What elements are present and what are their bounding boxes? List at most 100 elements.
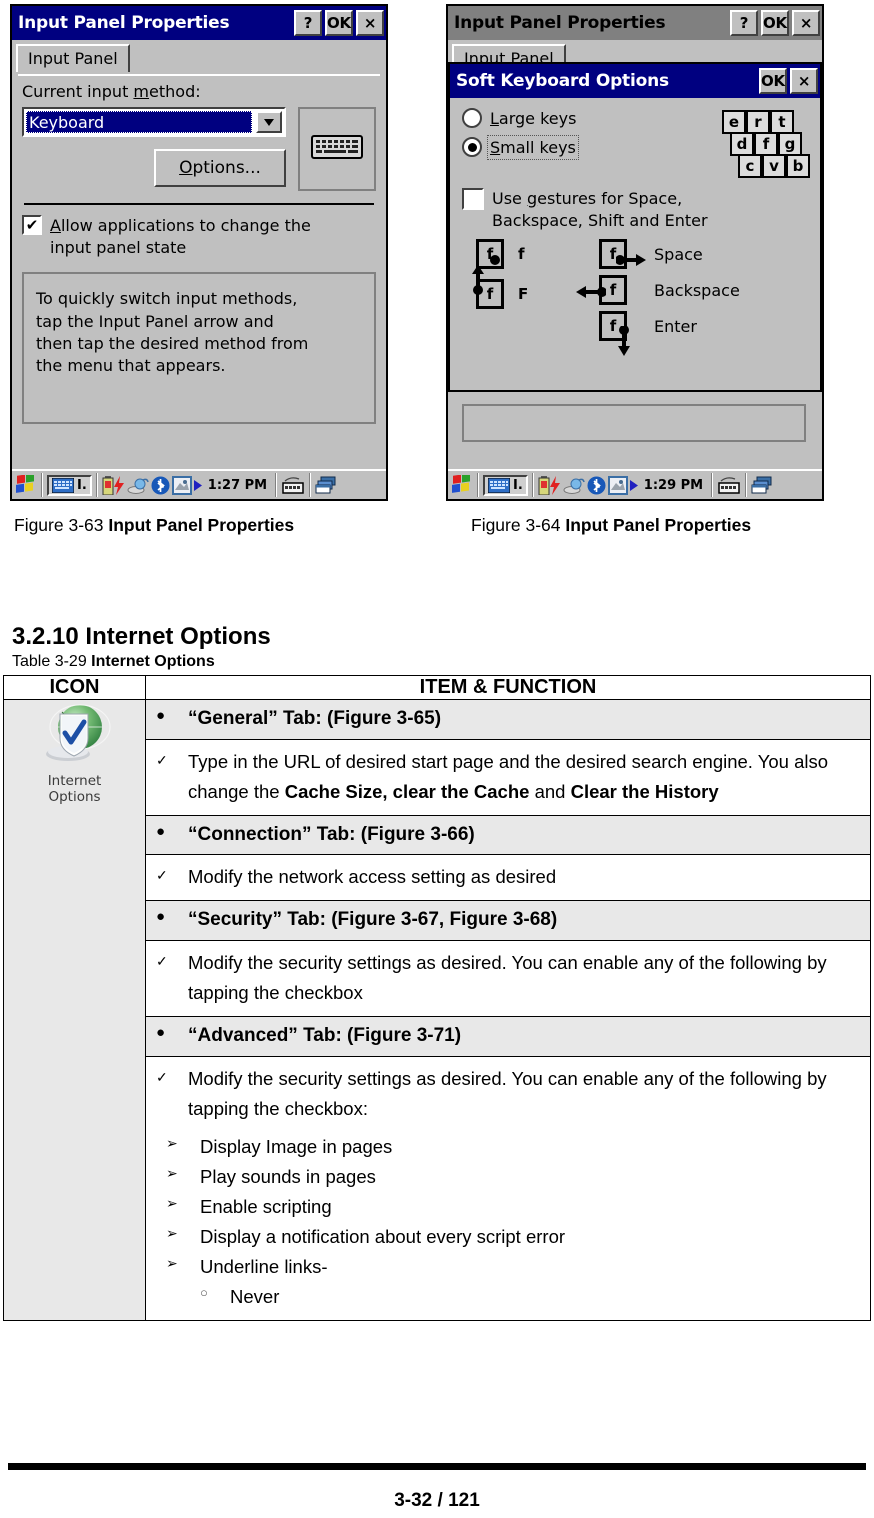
windows-start-icon-2[interactable] xyxy=(451,475,473,495)
bullet-icon: ● xyxy=(156,908,166,926)
check-icon: ✓ xyxy=(156,751,168,768)
check-text: Modify the security settings as desired.… xyxy=(188,1067,827,1119)
display-icon-2[interactable] xyxy=(607,475,628,495)
soft-keyboard-icon-2[interactable] xyxy=(717,475,741,495)
help-button[interactable]: ? xyxy=(294,10,322,36)
ok-button-2[interactable]: OK xyxy=(761,10,789,36)
soft-keyboard-close-button[interactable]: × xyxy=(790,68,818,94)
row-general-description: ✓ Type in the URL of desired start page … xyxy=(145,738,871,816)
key-v: v xyxy=(762,154,786,178)
window-title: Input Panel Properties xyxy=(18,13,230,33)
bullet-text: “Advanced” Tab: (Figure 3-71) xyxy=(188,1025,462,1047)
check-text-seg-3: Clear the History xyxy=(570,780,719,802)
gesture-space-label: Space xyxy=(654,244,703,264)
desktop-windows-icon-2[interactable] xyxy=(751,476,773,495)
arrow-icon: ➢ xyxy=(166,1164,178,1181)
internet-options-table: ICON ITEM & FUNCTION Internet Options ● … xyxy=(3,675,871,1321)
key-r: r xyxy=(746,110,770,134)
options-button-label: Options... xyxy=(179,158,261,178)
allow-applications-label-line2: input panel state xyxy=(50,237,187,257)
gesture-left-column: f f f F xyxy=(462,239,582,341)
titlebar-2: Input Panel Properties ? OK × xyxy=(448,6,822,40)
circle-icon: ○ xyxy=(200,1284,208,1300)
input-method-combo[interactable]: Keyboard xyxy=(22,107,286,137)
sub-item: ➢ Display a notification about every scr… xyxy=(146,1222,870,1252)
key-t: t xyxy=(770,110,794,134)
close-button-2[interactable]: × xyxy=(792,10,820,36)
power-icon[interactable] xyxy=(113,475,125,495)
radio-small-keys-row[interactable]: Small keys xyxy=(462,134,712,160)
use-gestures-label-line2: Backspace, Shift and Enter xyxy=(492,210,708,230)
use-gestures-checkbox-row[interactable]: Use gestures for Space, Backspace, Shift… xyxy=(462,188,810,231)
taskbar-2-separator xyxy=(477,473,479,497)
tab-input-panel[interactable]: Input Panel xyxy=(16,44,130,72)
input-method-preview-box xyxy=(298,107,376,191)
radio-small-keys[interactable] xyxy=(462,137,482,157)
key-c: c xyxy=(738,154,762,178)
network-icon-2[interactable] xyxy=(563,476,585,495)
display-icon[interactable] xyxy=(171,475,192,495)
radio-large-keys[interactable] xyxy=(462,108,482,128)
help-button-2[interactable]: ? xyxy=(730,10,758,36)
bluetooth-icon[interactable] xyxy=(151,476,170,495)
radio-large-keys-label: Large keys xyxy=(490,108,577,128)
windows-start-icon[interactable] xyxy=(15,475,37,495)
network-icon[interactable] xyxy=(127,476,149,495)
soft-keyboard-icon[interactable] xyxy=(281,475,305,495)
check-text-seg-2: and xyxy=(529,780,571,802)
arrow-icon: ➢ xyxy=(166,1254,178,1271)
chevron-down-icon[interactable] xyxy=(256,111,282,133)
check-text-seg-1: Cache Size, clear the Cache xyxy=(284,780,530,802)
bullet-row: ● “Connection” Tab: (Figure 3-66) xyxy=(146,816,870,855)
input-panel-icon[interactable]: I. xyxy=(47,474,92,496)
taskbar[interactable]: I. 1:27 PM xyxy=(12,469,386,499)
power-icon-2[interactable] xyxy=(549,475,561,495)
caption-3-64-bold: Input Panel Properties xyxy=(565,515,752,535)
tab-strip: Input Panel xyxy=(16,44,386,74)
bullet-row: ● “Security” Tab: (Figure 3-67, Figure 3… xyxy=(146,901,870,940)
ok-button[interactable]: OK xyxy=(325,10,353,36)
key-b: b xyxy=(786,154,810,178)
bluetooth-icon-2[interactable] xyxy=(587,476,606,495)
bullet-row: ● “Advanced” Tab: (Figure 3-71) xyxy=(146,1017,870,1056)
soft-keyboard-title: Soft Keyboard Options xyxy=(456,71,669,91)
taskbar-separator xyxy=(41,473,43,497)
radio-dot xyxy=(467,142,477,152)
soft-keyboard-ok-button[interactable]: OK xyxy=(759,68,787,94)
window-body: Input Panel Current input method: Keyboa… xyxy=(12,44,386,425)
hint-line-1: To quickly switch input methods, xyxy=(36,289,298,309)
sub-item: ➢ Display Image in pages xyxy=(146,1132,870,1162)
allow-applications-label-rest: llow applications to change the xyxy=(60,216,311,235)
close-button[interactable]: × xyxy=(356,10,384,36)
taskbar-2[interactable]: I. 1:29 PM xyxy=(448,469,822,499)
key-d: d xyxy=(730,132,754,156)
bullet-text: “General” Tab: (Figure 3-65) xyxy=(188,708,442,729)
allow-applications-checkbox-row[interactable]: ✔ Allow applications to change the input… xyxy=(22,215,376,258)
input-method-combo-value[interactable]: Keyboard xyxy=(26,111,252,133)
taskbar-clock[interactable]: 1:27 PM xyxy=(204,478,271,493)
sub-item-text: Display Image in pages xyxy=(200,1135,393,1157)
chevron-right-icon[interactable] xyxy=(193,479,202,491)
sub-sub-item: ○ Never xyxy=(146,1282,870,1314)
gesture-key-f-up: f xyxy=(472,265,504,310)
radio-large-keys-row[interactable]: Large keys xyxy=(462,108,712,128)
page-title: 3.2.10 Internet Options xyxy=(12,623,271,650)
row-connection-tab: ● “Connection” Tab: (Figure 3-66) xyxy=(145,814,871,856)
check-text: Modify the network access setting as des… xyxy=(188,866,557,888)
check-icon: ✓ xyxy=(156,867,168,884)
check-row: ✓ Type in the URL of desired start page … xyxy=(146,740,870,815)
table-caption-prefix: Table 3-29 xyxy=(12,653,87,670)
bullet-row: ● “General” Tab: (Figure 3-65) xyxy=(146,700,870,739)
allow-applications-checkbox[interactable]: ✔ xyxy=(22,215,42,235)
options-button[interactable]: Options... xyxy=(154,149,286,187)
sub-item: ➢ Play sounds in pages xyxy=(146,1162,870,1192)
use-gestures-checkbox[interactable] xyxy=(462,188,484,210)
input-panel-icon-2[interactable]: I. xyxy=(483,474,528,496)
taskbar-clock-2[interactable]: 1:29 PM xyxy=(640,478,707,493)
arrow-icon: ➢ xyxy=(166,1194,178,1211)
hint-groupbox: To quickly switch input methods, tap the… xyxy=(22,272,376,425)
desktop-windows-icon[interactable] xyxy=(315,476,337,495)
chevron-right-icon-2[interactable] xyxy=(629,479,638,491)
check-icon: ✓ xyxy=(156,1068,168,1085)
allow-applications-label: Allow applications to change the input p… xyxy=(50,216,311,257)
